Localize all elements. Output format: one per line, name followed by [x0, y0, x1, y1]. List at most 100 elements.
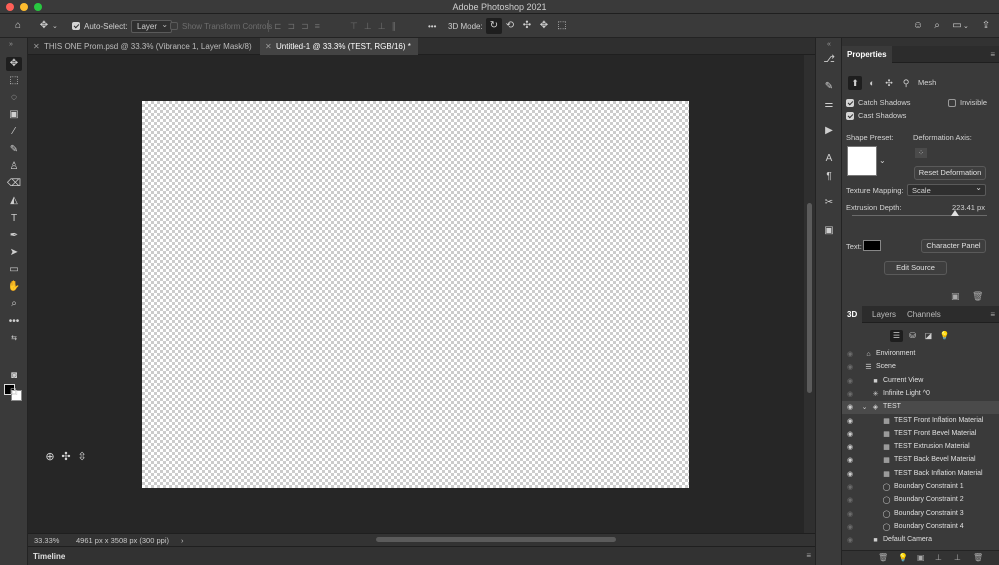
visibility-eye-icon[interactable]: ◉ [847, 470, 853, 478]
add-light-icon[interactable]: 💡 [898, 553, 908, 562]
extrusion-depth-slider[interactable] [852, 215, 987, 216]
share-button[interactable]: ⇪ [980, 18, 992, 34]
scene-row[interactable]: ◉ ⌄ ◈ TEST [842, 401, 999, 415]
pan-3d-camera-button[interactable]: ✣ [521, 18, 533, 34]
history-panel-icon[interactable]: ⎇ [822, 53, 836, 67]
document-canvas[interactable] [142, 101, 689, 488]
move-tool-icon[interactable]: ✥ [6, 57, 22, 71]
visibility-eye-icon[interactable]: ◉ [847, 350, 853, 358]
chevron-down-icon[interactable]: ⌄ [860, 403, 869, 412]
visibility-eye-icon[interactable]: ◉ [847, 523, 853, 531]
horizontal-scroll-thumb[interactable] [376, 537, 616, 542]
slide-3d-camera-button[interactable]: ✥ [538, 18, 550, 34]
hand-tool-icon[interactable]: ✋ [6, 280, 22, 294]
visibility-eye-icon[interactable]: ◉ [847, 510, 853, 518]
rectangle-tool-icon[interactable]: ▭ [6, 263, 22, 277]
tab-this-one-prom[interactable]: ✕ THIS ONE Prom.psd @ 33.3% (Vibrance 1,… [28, 38, 260, 55]
whole-scene-filter-icon[interactable]: ☰ [890, 330, 903, 342]
pan-axis-icon[interactable]: ✣ [60, 451, 72, 463]
align-vertical-buttons[interactable]: ⊤ ⊥ ⊥ ∥ [350, 18, 402, 34]
visibility-eye-icon[interactable]: ◉ [847, 403, 853, 411]
scene-row[interactable]: ◉ ■ Current View [842, 375, 999, 388]
character-panel-button[interactable]: Character Panel [921, 239, 986, 253]
orbit-axis-icon[interactable]: ⊕ [44, 451, 56, 463]
shape-preset-swatch[interactable] [847, 146, 877, 176]
vertical-scrollbar[interactable] [804, 55, 815, 533]
catch-shadows-checkbox[interactable] [846, 98, 854, 107]
lights-filter-icon[interactable]: 💡 [938, 330, 951, 342]
scene-row[interactable]: ◉ ☰ Scene [842, 361, 999, 374]
move-tool-preset-picker[interactable]: ✥ ⌄ [38, 18, 58, 34]
workspace-button[interactable]: ▭ ⌄ [951, 18, 969, 34]
scene-row[interactable]: ◉ ✳ Infinite Light ^0 [842, 388, 999, 401]
dolly-axis-icon[interactable]: ⇳ [76, 451, 88, 463]
scene-row[interactable]: ◉ ■ Default Camera [842, 534, 999, 547]
coordinates-mode-icon[interactable]: ⚲ [899, 76, 913, 90]
timeline-tab[interactable]: Timeline [33, 552, 65, 561]
render-icon[interactable]: ▣ [917, 553, 925, 562]
new-object-icon[interactable]: ⊥ [935, 553, 942, 562]
extrusion-depth-slider-thumb[interactable] [950, 210, 959, 216]
deform-mode-icon[interactable]: ◐ [865, 76, 879, 90]
libraries-panel-icon[interactable]: ▣ [822, 224, 836, 238]
search-button[interactable]: ⌕ [931, 18, 943, 34]
align-right-icon[interactable]: ⊐ [301, 21, 315, 32]
collapse-panels-icon[interactable]: « [822, 38, 836, 52]
brush-tool-icon[interactable]: ✎ [6, 143, 22, 157]
panel-menu-icon[interactable]: ≡ [990, 310, 995, 319]
show-transform-controls-checkbox[interactable] [170, 22, 178, 30]
collapse-toolbar-icon[interactable]: » [3, 38, 19, 52]
visibility-eye-icon[interactable]: ◉ [847, 456, 853, 464]
more-options-button[interactable]: ••• [428, 18, 436, 34]
scene-row[interactable]: ◉ ▦ TEST Back Inflation Material [842, 468, 999, 481]
reset-deformation-button[interactable]: Reset Deformation [914, 166, 986, 180]
character-panel-icon[interactable]: A [822, 152, 836, 166]
visibility-eye-icon[interactable]: ◉ [847, 390, 853, 398]
cast-shadows-checkbox[interactable] [846, 111, 854, 120]
tab-untitled-1[interactable]: ✕ Untitled-1 @ 33.3% (TEST, RGB/16) * [260, 38, 418, 55]
visibility-eye-icon[interactable]: ◉ [847, 417, 853, 425]
close-tab-icon[interactable]: ✕ [265, 42, 272, 51]
scene-row[interactable]: ◉ ▦ TEST Back Bevel Material [842, 454, 999, 467]
zoom-level[interactable]: 33.33% [34, 536, 59, 545]
canvas-workspace[interactable]: ⊕ ✣ ⇳ [28, 55, 804, 533]
auto-select-checkbox[interactable] [72, 22, 80, 30]
visibility-eye-icon[interactable]: ◉ [847, 430, 853, 438]
visibility-eye-icon[interactable]: ◉ [847, 536, 853, 544]
tab-layers[interactable]: Layers [867, 306, 901, 323]
visibility-eye-icon[interactable]: ◉ [847, 443, 853, 451]
visibility-eye-icon[interactable]: ◉ [847, 363, 853, 371]
share-user-button[interactable]: ☺ [912, 18, 924, 34]
scene-row[interactable]: ◉ ◯ Boundary Constraint 2 [842, 494, 999, 507]
delete-icon[interactable]: 🗑 [973, 553, 983, 562]
meshes-filter-icon[interactable]: ⛁ [906, 330, 919, 342]
tools-settings-icon[interactable]: ✂ [822, 196, 836, 210]
chevron-down-icon[interactable]: ⌄ [879, 156, 886, 165]
tab-properties[interactable]: Properties [842, 46, 892, 63]
panel-menu-icon[interactable]: ≡ [990, 50, 995, 59]
home-button[interactable]: ⌂ [12, 18, 24, 34]
eyedropper-tool-icon[interactable]: ⁄ [6, 125, 22, 139]
swap-colors-icon[interactable]: ⇆ [6, 332, 22, 346]
tab-channels[interactable]: Channels [902, 306, 946, 323]
materials-filter-icon[interactable]: ◪ [922, 330, 935, 342]
scene-row[interactable]: ◉ ▦ TEST Extrusion Material [842, 441, 999, 454]
distribute-vertical-icon[interactable]: ∥ [392, 21, 403, 32]
align-left-icon[interactable]: ⊏ [274, 21, 288, 32]
scale-3d-button[interactable]: ⬚ [556, 18, 568, 34]
panel-menu-icon[interactable]: ≡ [806, 551, 811, 560]
cap-mode-icon[interactable]: ✣ [882, 76, 896, 90]
eraser-tool-icon[interactable]: ⌫ [6, 177, 22, 191]
align-top-icon[interactable]: ⊤ [350, 21, 364, 32]
align-middle-icon[interactable]: ⊥ [364, 21, 378, 32]
actions-panel-icon[interactable]: ▶ [822, 124, 836, 138]
scene-row[interactable]: ◉ ◯ Boundary Constraint 4 [842, 521, 999, 534]
paragraph-panel-icon[interactable]: ¶ [822, 170, 836, 184]
align-center-icon[interactable]: ⊐ [288, 21, 302, 32]
scene-row[interactable]: ◉ ▦ TEST Front Inflation Material [842, 415, 999, 428]
brush-panel-icon[interactable]: ✎ [822, 80, 836, 94]
distribute-icon[interactable]: ≡ [315, 21, 326, 31]
visibility-eye-icon[interactable]: ◉ [847, 496, 853, 504]
close-tab-icon[interactable]: ✕ [33, 42, 40, 51]
object-selection-tool-icon[interactable]: ▣ [6, 108, 22, 122]
